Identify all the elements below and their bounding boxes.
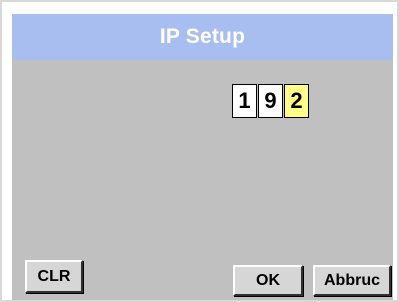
- cancel-button[interactable]: Abbruc: [313, 265, 391, 296]
- ok-button[interactable]: OK: [233, 265, 303, 296]
- page-title: IP Setup: [12, 14, 393, 60]
- clear-button[interactable]: CLR: [25, 260, 83, 293]
- dialog-panel: IP Setup 1 9 2 CLR OK Abbruc: [12, 14, 393, 300]
- ip-digit-2[interactable]: 9: [258, 84, 283, 118]
- device-screen: IP Setup 1 9 2 CLR OK Abbruc: [0, 0, 399, 302]
- ip-digit-group: 1 9 2: [232, 84, 310, 118]
- ip-digit-3-active[interactable]: 2: [284, 84, 309, 118]
- ip-digit-1[interactable]: 1: [232, 84, 257, 118]
